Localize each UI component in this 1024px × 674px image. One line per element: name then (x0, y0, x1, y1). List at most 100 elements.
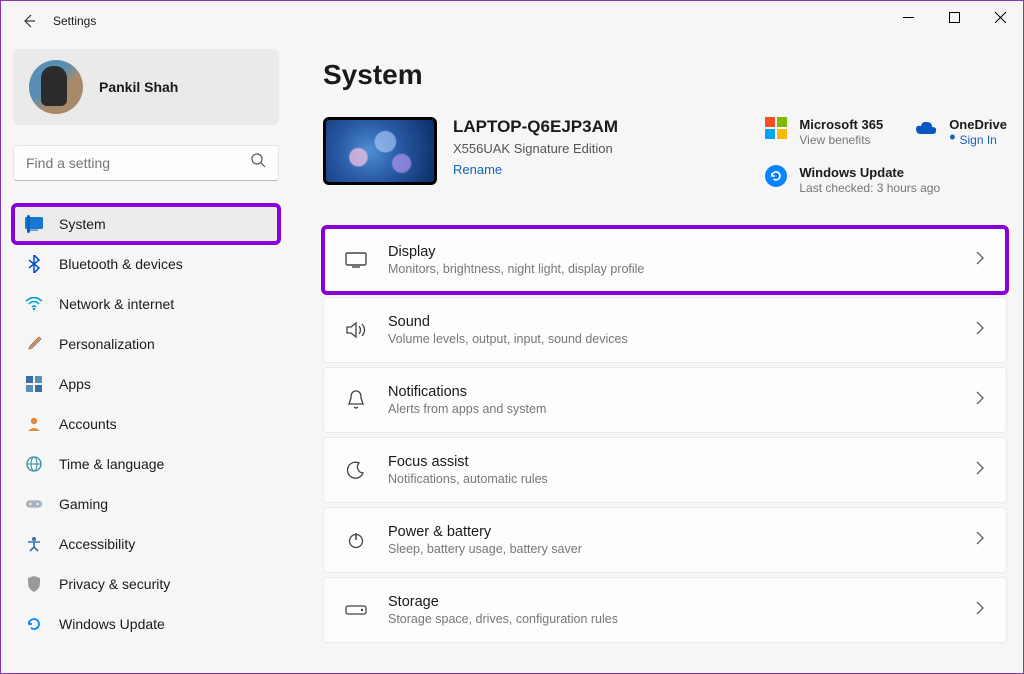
card-title: Power & battery (388, 524, 976, 540)
moon-icon (344, 461, 368, 479)
nav-item-personalization[interactable]: Personalization (13, 325, 279, 363)
sidebar: Pankil Shah System Bluetooth & devices (1, 41, 291, 673)
nav-label: Network & internet (59, 296, 174, 312)
close-button[interactable] (977, 1, 1023, 33)
card-desc: Monitors, brightness, night light, displ… (388, 262, 976, 276)
card-notifications[interactable]: Notifications Alerts from apps and syste… (323, 367, 1007, 433)
status-onedrive[interactable]: OneDrive •Sign In (915, 117, 1007, 147)
bell-icon (344, 390, 368, 410)
search-input[interactable] (26, 155, 251, 171)
card-title: Display (388, 244, 976, 260)
nav-item-accessibility[interactable]: Accessibility (13, 525, 279, 563)
chevron-right-icon (976, 531, 984, 550)
gamepad-icon (25, 495, 43, 513)
nav-item-privacy[interactable]: Privacy & security (13, 565, 279, 603)
nav-item-time[interactable]: Time & language (13, 445, 279, 483)
apps-icon (25, 375, 43, 393)
nav-label: Accessibility (59, 536, 135, 552)
chevron-right-icon (976, 391, 984, 410)
window-controls (885, 1, 1023, 33)
card-display[interactable]: Display Monitors, brightness, night ligh… (323, 227, 1007, 293)
arrow-left-icon (21, 13, 37, 29)
content-pane: System LAPTOP-Q6EJP3AM X556UAK Signature… (291, 41, 1023, 673)
nav-label: System (59, 216, 106, 232)
globe-icon (25, 455, 43, 473)
nav-item-bluetooth[interactable]: Bluetooth & devices (13, 245, 279, 283)
back-button[interactable] (15, 7, 43, 35)
search-box[interactable] (13, 145, 279, 181)
device-name: LAPTOP-Q6EJP3AM (453, 117, 618, 137)
device-thumbnail (323, 117, 437, 185)
status-m365[interactable]: Microsoft 365 View benefits (765, 117, 883, 147)
storage-icon (344, 605, 368, 615)
wifi-icon (25, 295, 43, 313)
nav-label: Windows Update (59, 616, 165, 632)
chevron-right-icon (976, 321, 984, 340)
titlebar: Settings (1, 1, 1023, 41)
card-title: Notifications (388, 384, 976, 400)
rename-link[interactable]: Rename (453, 162, 502, 177)
nav-item-gaming[interactable]: Gaming (13, 485, 279, 523)
microsoft-logo-icon (765, 117, 787, 139)
brush-icon (25, 335, 43, 353)
nav-label: Bluetooth & devices (59, 256, 183, 272)
profile-card[interactable]: Pankil Shah (13, 49, 279, 125)
settings-card-list: Display Monitors, brightness, night ligh… (323, 227, 1007, 643)
nav-item-accounts[interactable]: Accounts (13, 405, 279, 443)
update-sync-icon (25, 615, 43, 633)
page-title: System (323, 59, 1007, 91)
nav-label: Apps (59, 376, 91, 392)
card-title: Sound (388, 314, 976, 330)
window-title: Settings (53, 14, 96, 28)
nav-item-network[interactable]: Network & internet (13, 285, 279, 323)
person-icon (25, 415, 43, 433)
nav-item-system[interactable]: System (13, 205, 279, 243)
update-icon (765, 165, 787, 187)
sound-icon (344, 321, 368, 339)
cloud-icon (915, 117, 937, 139)
nav-item-apps[interactable]: Apps (13, 365, 279, 403)
device-model: X556UAK Signature Edition (453, 141, 618, 156)
status-sub: Last checked: 3 hours ago (799, 181, 940, 195)
status-update[interactable]: Windows Update Last checked: 3 hours ago (765, 165, 1007, 195)
status-title: Microsoft 365 (799, 117, 883, 132)
status-title: OneDrive (949, 117, 1007, 132)
nav-label: Time & language (59, 456, 164, 472)
nav-label: Privacy & security (59, 576, 170, 592)
display-icon (344, 252, 368, 268)
card-desc: Notifications, automatic rules (388, 472, 976, 486)
accessibility-icon (25, 535, 43, 553)
status-sub: •Sign In (949, 133, 1007, 147)
status-grid: Microsoft 365 View benefits OneDrive •Si… (765, 117, 1007, 195)
card-desc: Volume levels, output, input, sound devi… (388, 332, 976, 346)
status-sub: View benefits (799, 133, 883, 147)
card-power[interactable]: Power & battery Sleep, battery usage, ba… (323, 507, 1007, 573)
device-info: LAPTOP-Q6EJP3AM X556UAK Signature Editio… (453, 117, 618, 179)
shield-icon (25, 575, 43, 593)
power-icon (344, 531, 368, 549)
card-desc: Storage space, drives, configuration rul… (388, 612, 976, 626)
card-storage[interactable]: Storage Storage space, drives, configura… (323, 577, 1007, 643)
card-desc: Alerts from apps and system (388, 402, 976, 416)
nav-label: Gaming (59, 496, 108, 512)
chevron-right-icon (976, 251, 984, 270)
bluetooth-icon (25, 255, 43, 273)
avatar (29, 60, 83, 114)
card-desc: Sleep, battery usage, battery saver (388, 542, 976, 556)
chevron-right-icon (976, 461, 984, 480)
search-icon (251, 153, 266, 173)
card-title: Storage (388, 594, 976, 610)
card-focus[interactable]: Focus assist Notifications, automatic ru… (323, 437, 1007, 503)
nav-list: System Bluetooth & devices Network & int… (13, 205, 279, 643)
nav-label: Accounts (59, 416, 117, 432)
nav-item-update[interactable]: Windows Update (13, 605, 279, 643)
device-block: LAPTOP-Q6EJP3AM X556UAK Signature Editio… (323, 117, 618, 185)
nav-accent (27, 215, 30, 233)
card-title: Focus assist (388, 454, 976, 470)
maximize-button[interactable] (931, 1, 977, 33)
profile-name: Pankil Shah (99, 79, 178, 95)
nav-label: Personalization (59, 336, 155, 352)
card-sound[interactable]: Sound Volume levels, output, input, soun… (323, 297, 1007, 363)
chevron-right-icon (976, 601, 984, 620)
minimize-button[interactable] (885, 1, 931, 33)
